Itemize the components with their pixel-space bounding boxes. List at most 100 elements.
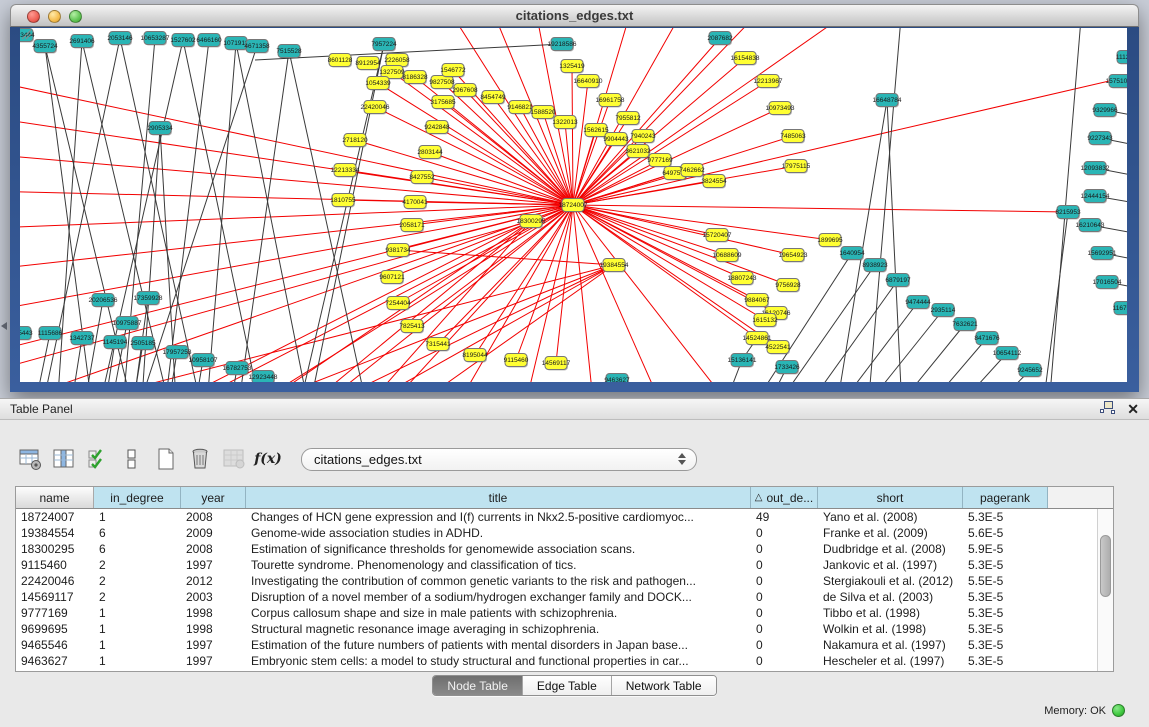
graph-node[interactable]: 10654112 (993, 347, 1022, 361)
graph-node[interactable]: 17016504 (1093, 276, 1122, 290)
graph-node[interactable]: 2087682 (707, 32, 733, 46)
graph-node[interactable]: 2905334 (147, 122, 173, 136)
canvas-resize-grip-icon[interactable] (20, 28, 32, 40)
graph-node[interactable]: 17359928 (134, 292, 163, 306)
column-header-name[interactable]: name (16, 487, 94, 508)
graph-node[interactable]: 2691406 (69, 35, 95, 49)
table-row[interactable]: 2242004622012Investigating the contribut… (16, 573, 1097, 589)
graph-node[interactable]: 16640910 (574, 75, 603, 89)
table-row[interactable]: 1938455462009Genome-wide association stu… (16, 525, 1097, 541)
graph-node[interactable]: 18300295 (517, 215, 546, 229)
graph-node[interactable]: 1733426 (774, 361, 800, 375)
graph-node[interactable]: 1112304 (1116, 51, 1127, 65)
collapse-panel-arrow-icon[interactable] (1, 322, 7, 330)
close-panel-icon[interactable]: ✕ (1127, 402, 1139, 416)
graph-node[interactable]: 16782753 (223, 362, 252, 376)
graph-node[interactable]: 8427552 (409, 171, 435, 185)
tab-edge-table[interactable]: Edge Table (523, 676, 612, 695)
graph-node[interactable]: 17975115 (782, 160, 811, 174)
select-rows-icon[interactable] (83, 444, 113, 474)
graph-node[interactable]: 2058171 (399, 219, 425, 233)
graph-node[interactable]: 1342737 (69, 332, 95, 346)
scrollbar-thumb[interactable] (1100, 535, 1111, 597)
column-header-out_degree[interactable]: △out_de... (751, 487, 818, 508)
network-canvas[interactable]: 1872400718300295193845541325419166409101… (20, 28, 1127, 382)
graph-node[interactable]: 4522541 (765, 341, 791, 355)
graph-node[interactable]: 16961758 (596, 94, 625, 108)
graph-edge[interactable] (572, 66, 573, 205)
graph-node[interactable]: 7955812 (615, 112, 641, 126)
graph-edge[interactable] (860, 353, 1007, 382)
show-columns-icon[interactable] (49, 444, 79, 474)
graph-node[interactable]: 10975887 (113, 317, 142, 331)
graph-node[interactable]: 8186328 (402, 71, 428, 85)
graph-edge[interactable] (573, 81, 588, 205)
graph-node[interactable]: 16154838 (731, 52, 760, 66)
graph-node[interactable]: 7485063 (780, 130, 806, 144)
graph-node[interactable]: 10958107 (189, 354, 218, 368)
graph-node[interactable]: 10653287 (141, 32, 170, 46)
graph-node[interactable]: 8215953 (1055, 206, 1081, 220)
graph-node[interactable]: 9607121 (379, 271, 405, 285)
column-header-pagerank[interactable]: pagerank (963, 487, 1048, 508)
table-mode-icon[interactable] (15, 444, 45, 474)
graph-node[interactable]: 19654923 (779, 249, 808, 263)
network-graph[interactable]: 1872400718300295193845541325419166409101… (20, 28, 1127, 382)
graph-node[interactable]: 8471676 (974, 332, 1000, 346)
graph-node[interactable]: 15136141 (728, 354, 757, 368)
graph-node[interactable]: 15720407 (703, 229, 732, 243)
graph-node[interactable]: 4170041 (402, 196, 428, 210)
graph-node[interactable]: 3175685 (430, 96, 456, 110)
graph-node[interactable]: 4355724 (32, 40, 58, 54)
window-titlebar[interactable]: citations_edges.txt (10, 4, 1139, 27)
minimize-window-icon[interactable] (48, 10, 61, 23)
graph-node[interactable]: 12923448 (249, 371, 278, 383)
graph-node[interactable]: 9756928 (775, 279, 801, 293)
table-selector-dropdown[interactable]: citations_edges.txt (301, 448, 697, 471)
graph-node[interactable]: 10688609 (713, 249, 742, 263)
graph-node[interactable]: 14569117 (542, 357, 571, 371)
graph-node[interactable]: 9381734 (385, 244, 411, 258)
graph-node[interactable]: 7515528 (276, 45, 302, 59)
graph-node[interactable]: 19218586 (548, 38, 577, 52)
column-header-in_degree[interactable]: in_degree (94, 487, 181, 508)
graph-edge[interactable] (818, 324, 965, 382)
graph-edge[interactable] (573, 205, 727, 255)
graph-node[interactable]: 6879197 (885, 274, 911, 288)
graph-node[interactable]: 1325419 (559, 60, 585, 74)
graph-node[interactable]: 1167533 (1113, 302, 1127, 316)
new-column-icon[interactable] (151, 444, 181, 474)
close-window-icon[interactable] (27, 10, 40, 23)
graph-node[interactable]: 7462662 (679, 164, 705, 178)
graph-node[interactable]: 15692951 (1088, 247, 1117, 261)
graph-node[interactable]: 7632621 (952, 318, 978, 332)
graph-node[interactable]: 9463627 (604, 374, 630, 383)
delete-column-icon[interactable] (185, 444, 215, 474)
function-builder-icon[interactable]: f(x) (253, 444, 283, 474)
graph-node[interactable]: 2718120 (342, 134, 368, 148)
graph-node[interactable]: 1527602 (170, 34, 196, 48)
graph-edge[interactable] (573, 38, 720, 205)
graph-edge[interactable] (573, 205, 788, 285)
float-window-icon[interactable] (1100, 401, 1115, 417)
graph-node[interactable]: 9474444 (905, 296, 931, 310)
graph-node[interactable]: 7940243 (630, 130, 656, 144)
graph-node[interactable]: 1640954 (839, 247, 865, 261)
graph-node[interactable]: 19384554 (600, 259, 629, 273)
graph-edge[interactable] (573, 205, 690, 382)
graph-edge[interactable] (115, 46, 257, 382)
graph-node[interactable]: 7315441 (425, 338, 451, 352)
table-row[interactable]: 1872400712008Changes of HCN gene express… (16, 509, 1097, 525)
graph-node[interactable]: 22420046 (361, 101, 390, 115)
graph-node[interactable]: 2505185 (130, 337, 156, 351)
graph-node[interactable]: 9242848 (424, 121, 450, 135)
graph-node[interactable]: 2967608 (452, 84, 478, 98)
graph-edge[interactable] (160, 128, 178, 382)
graph-node[interactable]: 10973493 (766, 102, 795, 116)
graph-node[interactable]: 1115686 (38, 327, 63, 341)
graph-node[interactable]: 9227343 (1087, 132, 1113, 146)
table-row[interactable]: 946362711997Embryonic stem cells: a mode… (16, 653, 1097, 669)
graph-node[interactable]: 15751074 (1106, 75, 1127, 89)
graph-node[interactable]: 1615132 (752, 314, 778, 328)
graph-node[interactable]: 2053146 (107, 32, 133, 46)
